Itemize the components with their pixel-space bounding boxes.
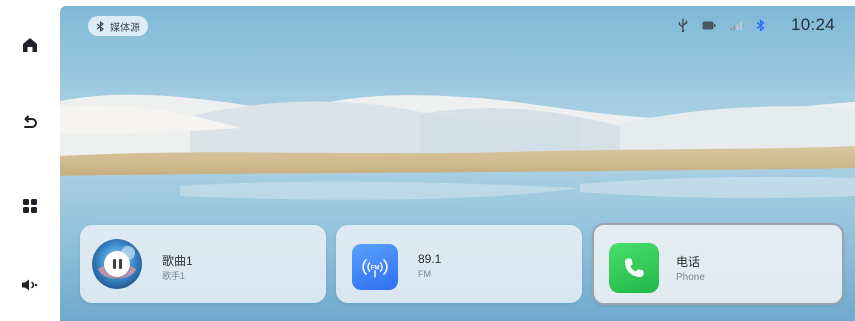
status-bar: 10:24 [678, 12, 835, 38]
music-card[interactable]: 歌曲1 歌手1 [80, 225, 326, 303]
fm-radio-icon: FM [352, 244, 398, 290]
home-main-area: 媒体源 10:24 歌曲1 歌手1 FM 89.1 FM 电话 Phone [60, 6, 855, 321]
artist-name: 歌手1 [162, 271, 186, 281]
home-icon [23, 38, 37, 52]
radio-card[interactable]: FM 89.1 FM [336, 225, 582, 303]
home-button[interactable] [14, 29, 46, 61]
radio-frequency: 89.1 [418, 252, 442, 266]
bluetooth-status-icon [756, 19, 765, 32]
phone-card[interactable]: 电话 Phone [592, 223, 844, 305]
radio-band: FM [418, 269, 431, 279]
apps-icon [23, 199, 37, 213]
volume-button[interactable] [14, 269, 46, 301]
apps-button[interactable] [14, 190, 46, 222]
pause-button[interactable] [104, 251, 130, 277]
phone-icon [609, 243, 659, 293]
bluetooth-icon [96, 20, 104, 32]
media-source-label: 媒体源 [110, 22, 140, 34]
car-infotainment-screen: 媒体源 10:24 歌曲1 歌手1 FM 89.1 FM 电话 Phone [0, 0, 855, 321]
back-icon [24, 115, 37, 128]
battery-icon [702, 21, 716, 30]
clock: 10:24 [790, 15, 835, 34]
media-source-pill[interactable]: 媒体源 [88, 16, 148, 36]
signal-icon [729, 21, 742, 30]
song-title: 歌曲1 [162, 254, 193, 268]
phone-title: 电话 [676, 255, 701, 269]
usb-icon [678, 18, 688, 32]
phone-subtitle: Phone [676, 272, 705, 283]
volume-icon [22, 279, 38, 291]
pause-icon [112, 259, 116, 269]
left-nav-rail [0, 0, 60, 321]
back-button[interactable] [14, 107, 46, 139]
